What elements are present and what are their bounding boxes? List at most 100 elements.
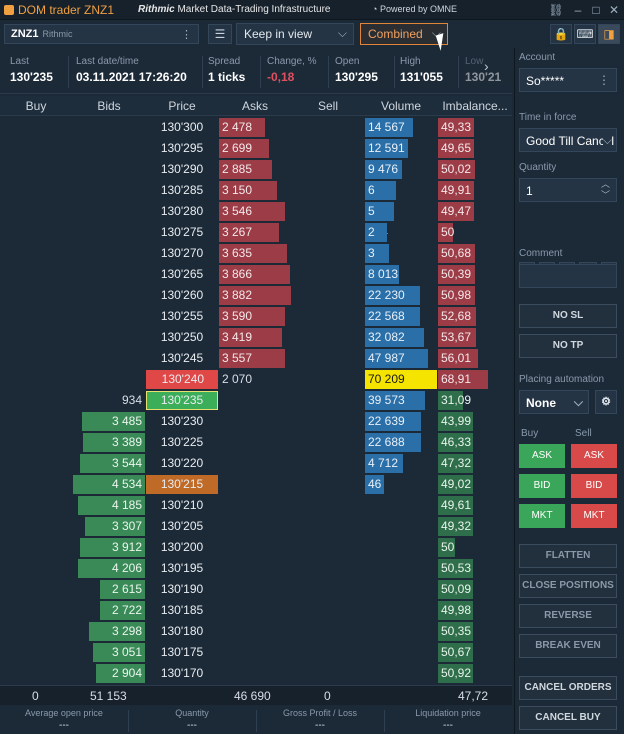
- quantity-stepper[interactable]: 1 ︿ ﹀: [519, 178, 617, 202]
- sell-market-button[interactable]: MKT: [571, 504, 617, 528]
- buy-cell[interactable]: [0, 559, 72, 578]
- price-cell[interactable]: 130'190: [146, 580, 218, 599]
- price-cell[interactable]: 130'240: [146, 370, 218, 389]
- buy-cell[interactable]: [0, 349, 72, 368]
- price-cell[interactable]: 130'265: [146, 265, 218, 284]
- price-cell[interactable]: 130'200: [146, 538, 218, 557]
- buy-cell[interactable]: [0, 391, 72, 410]
- sell-cell[interactable]: [292, 496, 364, 515]
- bid-cell[interactable]: 4 534: [73, 475, 145, 494]
- price-cell[interactable]: 130'230: [146, 412, 218, 431]
- price-cell[interactable]: 130'220: [146, 454, 218, 473]
- price-cell[interactable]: 130'170: [146, 664, 218, 683]
- comment-input[interactable]: [519, 264, 617, 288]
- sell-cell[interactable]: [292, 223, 364, 242]
- more-icon[interactable]: ⋮: [181, 28, 192, 41]
- sell-cell[interactable]: [292, 559, 364, 578]
- price-cell[interactable]: 130'290: [146, 160, 218, 179]
- sell-cell[interactable]: [292, 538, 364, 557]
- sell-cell[interactable]: [292, 118, 364, 137]
- stepper-arrows-icon[interactable]: ︿ ﹀: [601, 179, 610, 201]
- cancel-buy-button[interactable]: CANCEL BUY: [519, 706, 617, 730]
- buy-cell[interactable]: [0, 244, 72, 263]
- buy-cell[interactable]: [0, 370, 72, 389]
- price-cell[interactable]: 130'295: [146, 139, 218, 158]
- sell-cell[interactable]: [292, 349, 364, 368]
- buy-cell[interactable]: [0, 580, 72, 599]
- buy-cell[interactable]: [0, 475, 72, 494]
- link-icon[interactable]: ⛓: [548, 2, 564, 18]
- ask-cell[interactable]: 3 557: [219, 349, 285, 368]
- col-volume[interactable]: Volume: [365, 99, 437, 113]
- buy-cell[interactable]: [0, 433, 72, 452]
- col-bids[interactable]: Bids: [73, 99, 145, 113]
- price-cell[interactable]: 130'180: [146, 622, 218, 641]
- symbol-selector[interactable]: ZNZ1 Rithmic ⋮: [4, 24, 199, 44]
- sell-cell[interactable]: [292, 265, 364, 284]
- buy-cell[interactable]: [0, 643, 72, 662]
- sell-cell[interactable]: [292, 601, 364, 620]
- sell-ask-button[interactable]: ASK: [571, 444, 617, 468]
- ask-cell[interactable]: 3 882: [219, 286, 291, 305]
- price-cell[interactable]: 130'185: [146, 601, 218, 620]
- ask-cell[interactable]: 2 070: [219, 370, 279, 389]
- chevron-right-icon[interactable]: ›: [484, 58, 489, 74]
- sell-cell[interactable]: [292, 244, 364, 263]
- bid-cell[interactable]: 2 904: [96, 664, 145, 683]
- buy-cell[interactable]: [0, 181, 72, 200]
- sell-cell[interactable]: [292, 475, 364, 494]
- bid-cell[interactable]: 2 722: [100, 601, 145, 620]
- ask-cell[interactable]: 2 885: [219, 160, 272, 179]
- buy-cell[interactable]: [0, 223, 72, 242]
- view-mode-dropdown[interactable]: Keep in view ⌵: [236, 23, 354, 45]
- sell-cell[interactable]: [292, 622, 364, 641]
- buy-cell[interactable]: [0, 601, 72, 620]
- sell-cell[interactable]: [292, 202, 364, 221]
- sell-cell[interactable]: [292, 580, 364, 599]
- display-mode-dropdown[interactable]: Combined ⌵: [360, 23, 448, 45]
- buy-cell[interactable]: [0, 538, 72, 557]
- price-cell[interactable]: 130'195: [146, 559, 218, 578]
- price-cell[interactable]: 130'215: [146, 475, 218, 494]
- price-cell[interactable]: 130'270: [146, 244, 218, 263]
- lock-icon[interactable]: 🔒: [550, 24, 572, 44]
- no-tp-button[interactable]: NO TP: [519, 334, 617, 358]
- tif-dropdown[interactable]: Good Till Cancel ⌵: [519, 128, 617, 152]
- bid-cell[interactable]: 934: [109, 391, 145, 410]
- bid-cell[interactable]: 4 206: [78, 559, 145, 578]
- bid-cell[interactable]: 3 298: [89, 622, 145, 641]
- sell-cell[interactable]: [292, 139, 364, 158]
- ask-cell[interactable]: 3 590: [219, 307, 285, 326]
- center-icon[interactable]: ☰: [208, 24, 232, 44]
- sidebar-toggle-icon[interactable]: ◨: [598, 24, 620, 44]
- no-sl-button[interactable]: NO SL: [519, 304, 617, 328]
- buy-cell[interactable]: [0, 496, 72, 515]
- bid-cell[interactable]: 2 615: [100, 580, 145, 599]
- buy-cell[interactable]: [0, 664, 72, 683]
- col-imbalance[interactable]: Imbalance...: [438, 99, 512, 113]
- sell-cell[interactable]: [292, 286, 364, 305]
- buy-cell[interactable]: [0, 118, 72, 137]
- bid-cell[interactable]: 3 544: [80, 454, 145, 473]
- buy-cell[interactable]: [0, 307, 72, 326]
- ask-cell[interactable]: 3 635: [219, 244, 287, 263]
- sell-cell[interactable]: [292, 454, 364, 473]
- bid-cell[interactable]: 3 912: [80, 538, 145, 557]
- price-cell[interactable]: 130'285: [146, 181, 218, 200]
- price-cell[interactable]: 130'210: [146, 496, 218, 515]
- buy-cell[interactable]: [0, 160, 72, 179]
- buy-cell[interactable]: [0, 286, 72, 305]
- buy-cell[interactable]: [0, 265, 72, 284]
- price-cell[interactable]: 130'245: [146, 349, 218, 368]
- bid-cell[interactable]: 4 185: [78, 496, 145, 515]
- buy-cell[interactable]: [0, 622, 72, 641]
- price-cell[interactable]: 130'255: [146, 307, 218, 326]
- keyboard-icon[interactable]: ⌨: [574, 24, 596, 44]
- bid-cell[interactable]: 3 389: [83, 433, 145, 452]
- ask-cell[interactable]: 2 699: [219, 139, 269, 158]
- price-cell[interactable]: 130'275: [146, 223, 218, 242]
- minimize-icon[interactable]: –: [570, 2, 586, 18]
- col-buy[interactable]: Buy: [0, 99, 72, 113]
- account-selector[interactable]: So***** ⋮: [519, 68, 617, 92]
- settings-gear-icon[interactable]: ⚙: [595, 390, 617, 414]
